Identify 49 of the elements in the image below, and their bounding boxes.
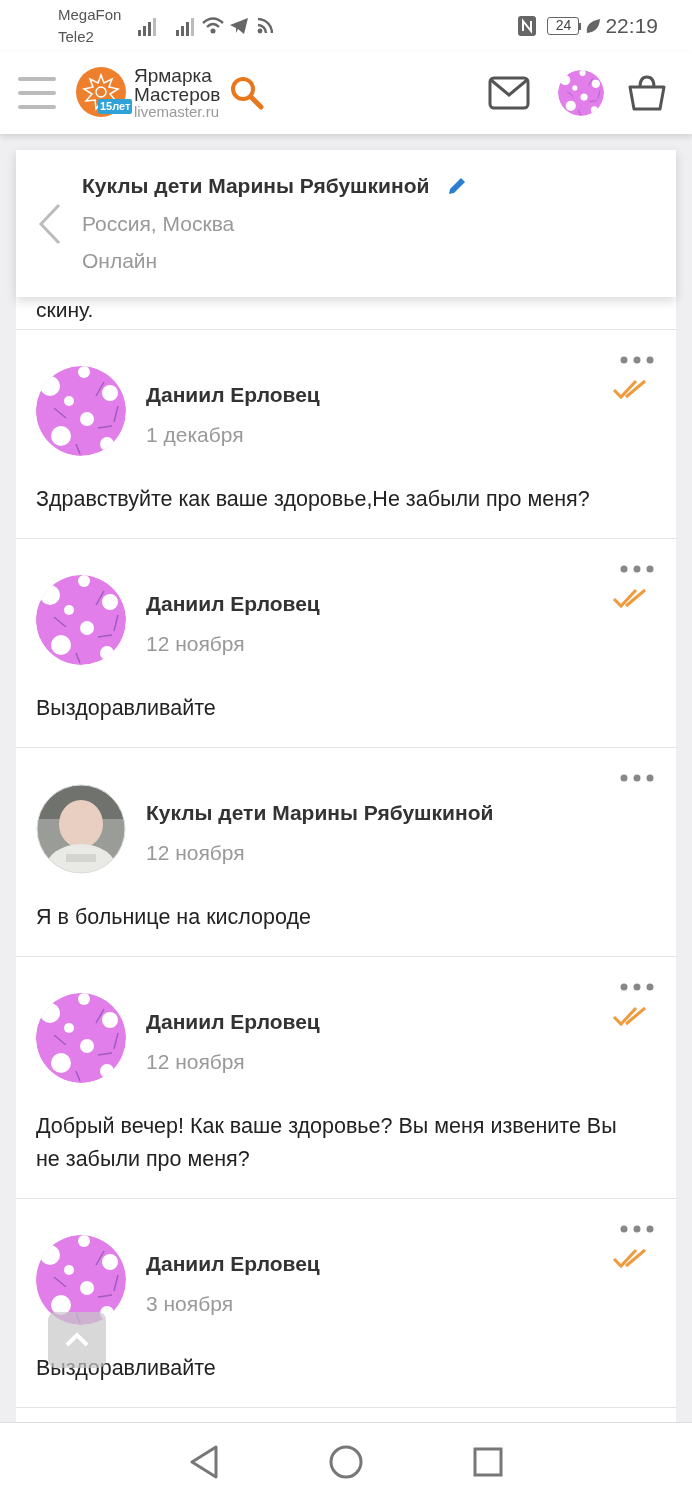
chevron-up-icon (64, 1332, 90, 1348)
message-text: Добрый вечер! Как ваше здоровье? Вы меня извените Вы не забыли про меня? (36, 1113, 618, 1173)
more-icon[interactable] (620, 1225, 654, 1233)
chat-location: Россия, Москва (82, 210, 236, 237)
nfc-icon (517, 15, 538, 37)
author-name: Даниил Ерловец (146, 382, 320, 408)
message-date: 12 ноября (146, 1049, 246, 1075)
search-icon[interactable] (230, 76, 265, 110)
rss-icon (257, 18, 274, 34)
logo-domain: livemaster.ru (134, 104, 221, 120)
wifi-icon (201, 16, 226, 36)
leaf-icon (585, 18, 602, 34)
message-date: 3 ноября (146, 1291, 234, 1317)
paper-plane-icon (229, 17, 250, 35)
author-name: Куклы дети Марины Рябушкиной (146, 800, 494, 826)
author-name: Даниил Ерловец (146, 1009, 320, 1035)
message-text: скину. (36, 297, 94, 323)
more-icon[interactable] (620, 774, 654, 782)
chat-title: Куклы дети Марины Рябушкиной (82, 173, 430, 200)
mail-icon[interactable] (488, 76, 530, 110)
message-date: 12 ноября (146, 631, 246, 657)
pencil-icon[interactable] (447, 176, 468, 196)
home-nav-icon[interactable] (329, 1444, 363, 1479)
menu-icon[interactable] (18, 75, 56, 111)
back-icon[interactable] (38, 202, 62, 245)
user-avatar[interactable] (558, 70, 604, 116)
carrier-name: Tele2 (58, 27, 95, 47)
signal-icon (137, 16, 158, 36)
more-icon[interactable] (620, 983, 654, 991)
battery-icon: 24 (547, 17, 580, 35)
anniversary-badge: 15лет (98, 99, 133, 114)
basket-icon[interactable] (628, 75, 666, 111)
logo-text: Ярмарка (134, 66, 213, 85)
signal-icon (175, 16, 196, 36)
recents-nav-icon[interactable] (473, 1446, 503, 1477)
author-name: Даниил Ерловец (146, 1251, 320, 1277)
carrier-name: MegaFon (58, 5, 122, 25)
message-date: 1 декабря (146, 422, 245, 448)
message-text: Выздоравливайте (36, 1355, 217, 1382)
back-nav-icon[interactable] (189, 1444, 219, 1479)
message-text: Выздоравливайте (36, 695, 217, 722)
more-icon[interactable] (620, 565, 654, 573)
message-text: Здравствуйте как ваше здоровье,Не забыли про меня? (36, 486, 591, 513)
author-name: Даниил Ерловец (146, 591, 320, 617)
message-text: Я в больнице на кислороде (36, 904, 312, 931)
message-date: 12 ноября (146, 840, 246, 866)
chat-status: Онлайн (82, 248, 159, 275)
more-icon[interactable] (620, 356, 654, 364)
clock: 22:19 (605, 13, 658, 40)
